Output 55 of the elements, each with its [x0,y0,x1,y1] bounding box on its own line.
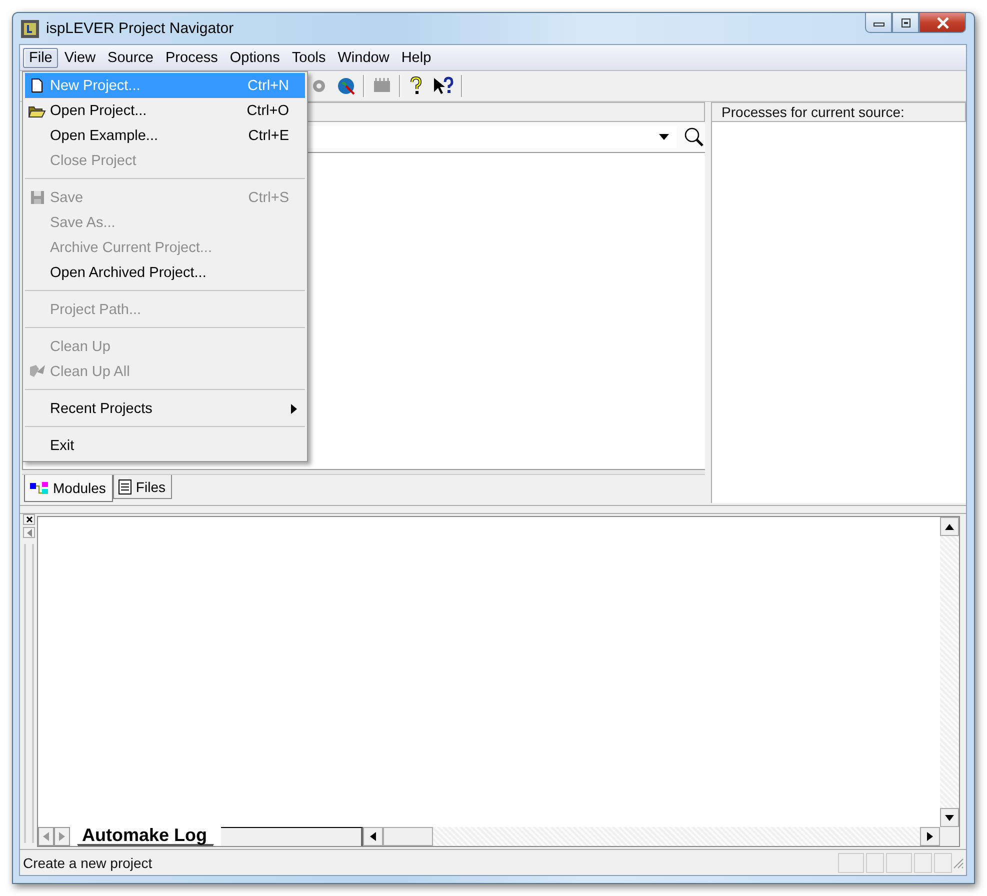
menu-bar-item[interactable]: Window [332,48,396,68]
minimize-button[interactable] [865,13,892,33]
left-arrow-icon [43,832,49,841]
tab-scroll-left-button[interactable] [38,827,54,846]
right-arrow-icon [59,832,65,841]
scrollbar-thumb[interactable] [383,827,434,846]
dropdown-arrow-icon [658,134,669,140]
help-cursor-icon[interactable] [432,76,454,96]
close-button[interactable] [919,13,966,33]
hierarchy-icon [29,480,49,496]
close-button[interactable] [23,514,35,525]
help-icon[interactable] [408,76,424,96]
menu-bar-item[interactable]: Process [160,48,224,68]
pane-tab[interactable]: Files [112,475,172,499]
up-arrow-icon [945,524,954,530]
status-pane [886,852,912,872]
menu-bar-item[interactable]: View [58,48,102,68]
menu-item[interactable]: Open Project... Ctrl+O [25,98,305,123]
status-pane [914,852,932,872]
status-pane [934,852,952,872]
document-icon [118,478,132,494]
menu-bar-item[interactable]: Options [224,48,286,68]
right-arrow-icon [927,832,933,841]
window-title: ispLEVER Project Navigator [46,20,234,37]
chip-icon [20,18,40,38]
menu-bar-item[interactable]: Tools [286,48,332,68]
new-page-icon [31,78,43,93]
pane-tab[interactable]: Modules [24,475,113,502]
globe-icon[interactable] [336,76,356,96]
menu-bar-item[interactable]: Source [102,48,160,68]
maximize-button[interactable] [892,13,919,33]
menu-bar-item[interactable]: File [23,48,58,68]
pane-header: Processes for current source: [710,102,966,122]
chip-icon[interactable] [372,77,392,95]
left-arrow-icon [370,832,376,841]
maximize-icon [900,18,912,28]
search-icon[interactable] [682,126,705,148]
resize-grip-icon[interactable] [952,856,964,868]
submenu-arrow-icon [291,404,297,414]
scrollbar-corner [940,827,959,846]
menu-item[interactable]: Exit [25,433,305,458]
tab-scroll-right-button[interactable] [54,827,70,846]
close-icon [936,16,950,28]
menu-bar-item[interactable]: Help [395,48,438,68]
horizontal-scrollbar[interactable] [363,827,940,846]
status-pane [838,852,864,872]
close-icon [24,515,34,524]
menu-item[interactable]: Recent Projects [25,396,305,421]
folder-icon [28,104,46,118]
menu-item[interactable]: Open Archived Project... [25,260,305,285]
status-pane [866,852,884,872]
down-arrow-icon [945,814,954,820]
dock-grip[interactable] [24,544,34,843]
status-text: Create a new project [23,854,152,870]
left-arrow-icon [24,528,34,538]
